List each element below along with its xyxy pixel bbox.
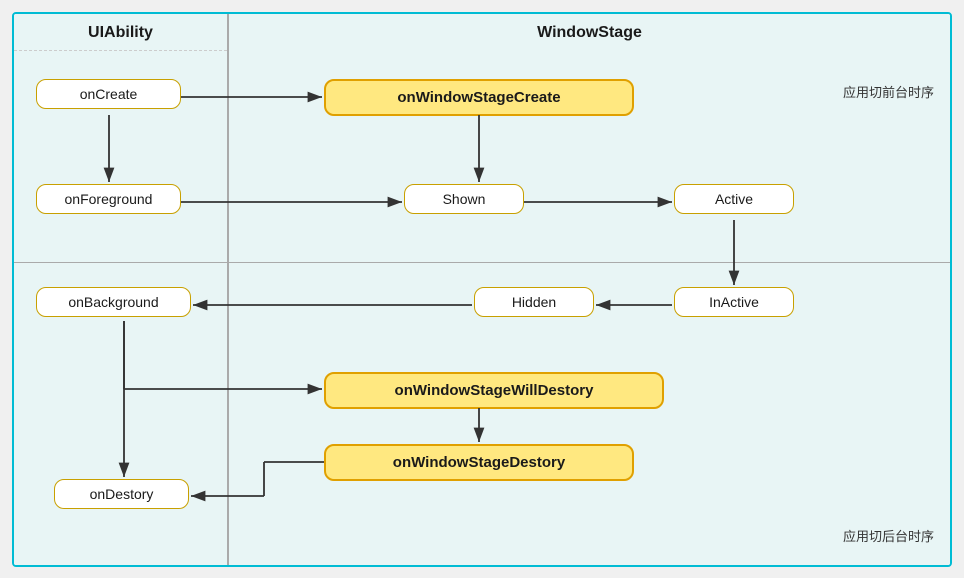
node-onWindowStageCreate: onWindowStageCreate: [324, 79, 634, 116]
diagram-container: UIAbility WindowStage 应用切前台时序 应用切后台时序 on…: [12, 12, 952, 567]
label-top-right: 应用切前台时序: [843, 82, 934, 101]
node-onForeground: onForeground: [36, 184, 181, 214]
node-onCreate: onCreate: [36, 79, 181, 109]
node-active: Active: [674, 184, 794, 214]
label-bottom-right: 应用切后台时序: [843, 526, 934, 545]
node-onDestory: onDestory: [54, 479, 189, 509]
node-shown: Shown: [404, 184, 524, 214]
node-onWindowStageDestory: onWindowStageDestory: [324, 444, 634, 481]
node-onBackground: onBackground: [36, 287, 191, 317]
node-onWindowStageWillDestory: onWindowStageWillDestory: [324, 372, 664, 409]
node-inactive: InActive: [674, 287, 794, 317]
right-panel-title: WindowStage: [229, 14, 950, 50]
left-panel-title: UIAbility: [14, 14, 227, 51]
h-divider: [14, 262, 950, 263]
node-hidden: Hidden: [474, 287, 594, 317]
